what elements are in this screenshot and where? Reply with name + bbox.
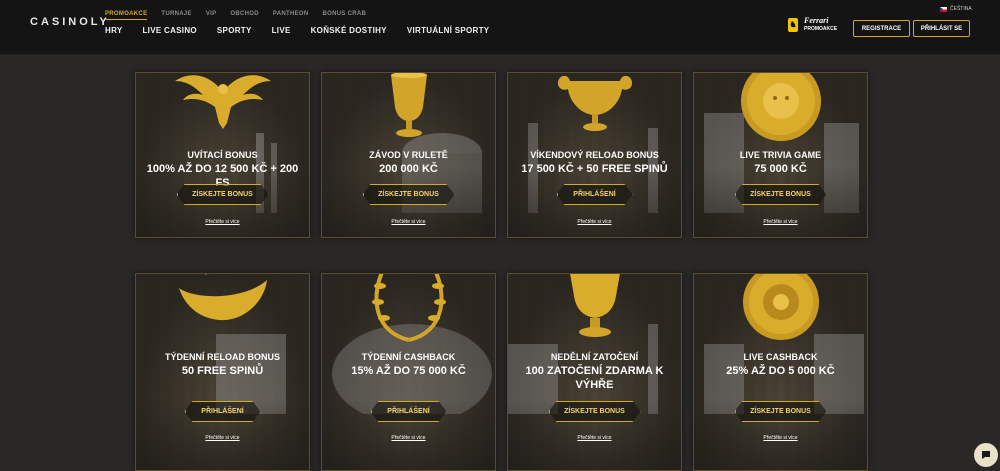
read-more-link[interactable]: Přečtěte si více — [508, 435, 681, 441]
get-bonus-button[interactable]: ZÍSKEJTE BONUS — [549, 401, 641, 422]
topnav-item-bonus-crab[interactable]: BONUS CRAB — [322, 11, 366, 20]
login-button[interactable]: PŘIHLÁŠENÍ — [185, 401, 261, 422]
promo-title: UVÍTACÍ BONUS — [187, 150, 258, 160]
get-bonus-button[interactable]: ZÍSKEJTE BONUS — [177, 184, 269, 205]
promo-card: LIVE CASHBACK 25% AŽ DO 5 000 KČ ZÍSKEJT… — [693, 273, 868, 471]
promo-title: TÝDENNÍ CASHBACK — [361, 352, 456, 362]
ferrari-brand: Ferrari — [804, 16, 829, 25]
read-more-link[interactable]: Přečtěte si více — [136, 219, 309, 225]
promo-title: NEDĚLNÍ ZATOČENÍ — [550, 352, 639, 362]
mainnav-item-sporty[interactable]: SPORTY — [217, 26, 252, 35]
language-label: ČEŠTINA — [950, 6, 972, 12]
mainnav-item-virtualni-sporty[interactable]: VIRTUÁLNÍ SPORTY — [407, 26, 490, 35]
promo-amount: 50 FREE SPINŮ — [181, 365, 264, 377]
main-nav: HRY LIVE CASINO SPORTY LIVE KOŇSKÉ DOSTI… — [105, 26, 489, 35]
read-more-link[interactable]: Přečtěte si více — [322, 219, 495, 225]
promo-title: LIVE TRIVIA GAME — [739, 150, 822, 160]
mainnav-item-hry[interactable]: HRY — [105, 26, 123, 35]
laurel-wreath-icon — [371, 274, 446, 342]
promo-card: NEDĚLNÍ ZATOČENÍ 100 ZATOČENÍ ZDARMA K V… — [507, 273, 682, 471]
promo-title: VÍKENDOVÝ RELOAD BONUS — [530, 150, 659, 160]
promo-amount: 200 000 KČ — [379, 163, 438, 175]
chalice-icon — [557, 75, 632, 131]
topnav-item-turnaje[interactable]: TURNAJE — [161, 11, 191, 20]
site-header: CASINOLY PROMOAKCE TURNAJE VIP OBCHOD PA… — [0, 0, 1000, 55]
get-bonus-button[interactable]: ZÍSKEJTE BONUS — [735, 401, 827, 422]
topnav-item-pantheon[interactable]: PANTHEON — [273, 11, 309, 20]
ferrari-sub: PROMOAKCE — [804, 26, 838, 32]
gold-disc-icon — [742, 274, 819, 340]
medusa-shield-icon — [740, 73, 821, 141]
mainnav-item-live-casino[interactable]: LIVE CASINO — [143, 26, 197, 35]
language-selector[interactable]: ČEŠTINA — [940, 6, 972, 12]
read-more-link[interactable]: Přečtěte si více — [136, 435, 309, 441]
topnav-item-promoakce[interactable]: PROMOAKCE — [105, 11, 148, 20]
mainnav-item-konske-dostihy[interactable]: KOŇSKÉ DOSTIHY — [311, 26, 387, 35]
promo-card: VÍKENDOVÝ RELOAD BONUS 17 500 KČ + 50 FR… — [507, 72, 682, 238]
promo-title: TÝDENNÍ RELOAD BONUS — [164, 352, 280, 362]
promo-card: TÝDENNÍ RELOAD BONUS 50 FREE SPINŮ PŘIHL… — [135, 273, 310, 471]
get-bonus-button[interactable]: ZÍSKEJTE BONUS — [735, 184, 827, 205]
promo-amount: 25% AŽ DO 5 000 KČ — [726, 365, 835, 377]
topnav-item-obchod[interactable]: OBCHOD — [230, 11, 258, 20]
top-nav: PROMOAKCE TURNAJE VIP OBCHOD PANTHEON BO… — [105, 11, 366, 20]
read-more-link[interactable]: Přečtěte si více — [694, 435, 867, 441]
pectoral-icon — [178, 274, 267, 321]
read-more-link[interactable]: Přečtěte si více — [508, 219, 681, 225]
promo-amount: 100 ZATOČENÍ ZDARMA K VÝHŘE — [525, 365, 664, 391]
read-more-link[interactable]: Přečtěte si více — [694, 219, 867, 225]
chat-bubble-icon — [982, 451, 990, 459]
promo-card: UVÍTACÍ BONUS 100% AŽ DO 12 500 KČ + 200… — [135, 72, 310, 238]
casinoly-logo[interactable]: CASINOLY — [30, 16, 110, 28]
mainnav-item-live[interactable]: LIVE — [272, 26, 291, 35]
register-button[interactable]: REGISTRACE — [853, 20, 910, 37]
chat-widget-button[interactable] — [974, 443, 998, 467]
promo-card: TÝDENNÍ CASHBACK 15% AŽ DO 75 000 KČ PŘI… — [321, 273, 496, 471]
topnav-item-vip[interactable]: VIP — [206, 11, 217, 20]
promo-amount: 15% AŽ DO 75 000 KČ — [351, 365, 466, 377]
ferrari-horse-icon: ♞ — [788, 17, 798, 32]
promo-title: ZÁVOD V RULETĚ — [369, 150, 448, 160]
login-button[interactable]: PŘIHLÁŠENÍ — [371, 401, 447, 422]
promo-card: LIVE TRIVIA GAME 75 000 KČ ZÍSKEJTE BONU… — [693, 72, 868, 238]
ferrari-promo-link[interactable]: ♞ Ferrari PROMOAKCE — [788, 17, 837, 32]
logo-text: CASINOLY — [30, 16, 110, 28]
czech-flag-icon — [940, 6, 947, 12]
vase-icon — [569, 274, 620, 337]
read-more-link[interactable]: Přečtěte si více — [322, 435, 495, 441]
login-button[interactable]: PŘIHLÁSIT SE — [913, 20, 970, 37]
get-bonus-button[interactable]: ZÍSKEJTE BONUS — [363, 184, 455, 205]
eagle-icon — [174, 75, 271, 129]
login-button[interactable]: PŘIHLÁŠENÍ — [557, 184, 633, 205]
promo-title: LIVE CASHBACK — [743, 352, 818, 362]
promo-card: ZÁVOD V RULETĚ 200 000 KČ ZÍSKEJTE BONUS… — [321, 72, 496, 238]
goblet-icon — [390, 73, 427, 137]
promo-amount: 17 500 KČ + 50 FREE SPINŮ — [521, 163, 668, 175]
promo-amount: 75 000 KČ — [754, 163, 807, 175]
